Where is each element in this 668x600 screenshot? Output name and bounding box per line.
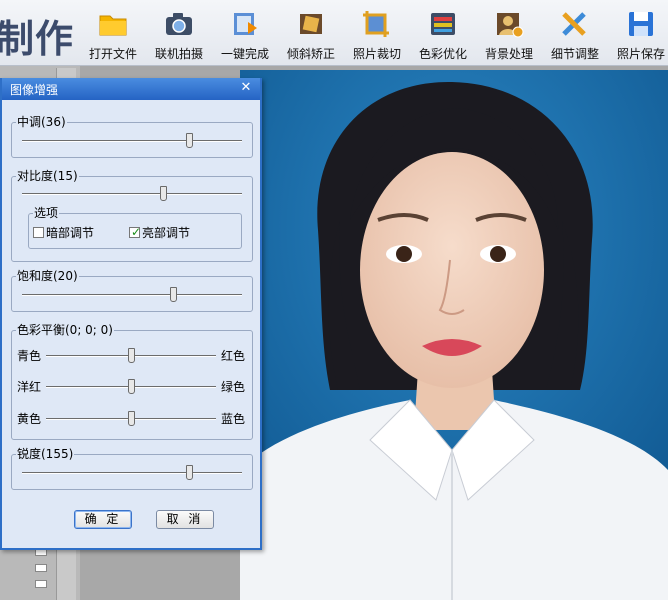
checkbox-box[interactable]: ✓ [129, 225, 142, 239]
cyan-label: 青色 [17, 349, 42, 363]
checkbox-box[interactable] [33, 227, 44, 238]
options-group: 选项 暗部调节 ✓ 亮部调节 [28, 206, 242, 249]
dialog-title-bar[interactable]: 图像增强 ✕ [2, 78, 260, 100]
detail-adjust-label: 细节调整 [550, 47, 599, 61]
dark-adjust-label: 暗部调节 [46, 226, 95, 240]
cancel-button[interactable]: 取 消 [156, 510, 214, 529]
saturation-group: 饱和度(20) [11, 269, 253, 312]
photo-save-button[interactable]: 照片保存 [608, 6, 668, 62]
tilt-correct-icon [296, 10, 326, 38]
color-optimize-icon [428, 10, 458, 38]
cyan-red-slider[interactable] [46, 348, 216, 364]
image-enhance-dialog: 图像增强 ✕ 中调(36) 对比度(15) 选项 暗部调节 ✓ 亮部调节 饱和度… [0, 78, 262, 550]
color-optimize-button[interactable]: 色彩优化 [410, 6, 476, 62]
slider-track [22, 294, 242, 296]
midtone-group: 中调(36) [11, 115, 253, 158]
color-balance-group: 色彩平衡(0; 0; 0) 青色 红色 洋红 绿色 黄色 蓝色 [11, 323, 253, 440]
ruler-marker [35, 564, 47, 572]
app-title: 制作 [0, 17, 75, 61]
photo-save-label: 照片保存 [616, 47, 665, 61]
sharpness-label: 锐度(155) [16, 447, 75, 461]
slider-thumb[interactable] [128, 379, 135, 394]
color-balance-label: 色彩平衡(0; 0; 0) [16, 323, 114, 337]
photo-crop-button[interactable]: 照片裁切 [344, 6, 410, 62]
magenta-label: 洋红 [17, 380, 42, 394]
slider-track [22, 472, 242, 474]
slider-thumb[interactable] [186, 133, 193, 148]
slider-thumb[interactable] [160, 186, 167, 201]
portrait-photo [240, 70, 668, 600]
saturation-label: 饱和度(20) [16, 269, 79, 283]
ruler-marker [35, 580, 47, 588]
sharpness-slider[interactable] [22, 465, 242, 481]
contrast-slider[interactable] [22, 186, 242, 202]
one-click-complete-label: 一键完成 [220, 47, 269, 61]
open-file-button[interactable]: 打开文件 [80, 6, 146, 62]
one-click-complete-button[interactable]: 一键完成 [212, 6, 278, 62]
photo-canvas[interactable] [240, 70, 668, 600]
save-icon [626, 10, 656, 38]
blue-label: 蓝色 [221, 412, 246, 426]
red-label: 红色 [221, 349, 246, 363]
tilt-correct-button[interactable]: 倾斜矫正 [278, 6, 344, 62]
toolbar: 制作 打开文件 联机拍摄 一键完成 倾斜矫正 照片裁切 色彩优化 背景处理 细节… [0, 0, 668, 66]
contrast-group: 对比度(15) 选项 暗部调节 ✓ 亮部调节 [11, 169, 253, 262]
tilt-correct-label: 倾斜矫正 [286, 47, 335, 61]
sharpness-group: 锐度(155) [11, 447, 253, 490]
checkmark-icon: ✓ [131, 225, 142, 239]
color-optimize-label: 色彩优化 [418, 47, 467, 61]
background-process-button[interactable]: 背景处理 [476, 6, 542, 62]
background-icon [494, 10, 524, 38]
bright-adjust-label: 亮部调节 [142, 226, 191, 240]
close-icon[interactable]: ✕ [238, 80, 254, 96]
bright-adjust-checkbox[interactable]: ✓ 亮部调节 [129, 224, 190, 241]
camera-icon [164, 10, 194, 38]
green-label: 绿色 [221, 380, 246, 394]
contrast-label: 对比度(15) [16, 169, 79, 183]
slider-thumb[interactable] [186, 465, 193, 480]
open-file-label: 打开文件 [88, 47, 137, 61]
options-label: 选项 [33, 206, 60, 220]
saturation-slider[interactable] [22, 287, 242, 303]
slider-track [22, 193, 242, 195]
online-capture-label: 联机拍摄 [154, 47, 203, 61]
midtone-label: 中调(36) [16, 115, 67, 129]
midtone-slider[interactable] [22, 133, 242, 149]
dark-adjust-checkbox[interactable]: 暗部调节 [33, 224, 94, 241]
auto-complete-icon [230, 10, 260, 38]
dialog-title: 图像增强 [10, 83, 59, 97]
ok-button[interactable]: 确 定 [74, 510, 132, 529]
background-process-label: 背景处理 [484, 47, 533, 61]
slider-track [22, 140, 242, 142]
detail-adjust-icon [560, 10, 590, 38]
photo-crop-label: 照片裁切 [352, 47, 401, 61]
detail-adjust-button[interactable]: 细节调整 [542, 6, 608, 62]
slider-thumb[interactable] [128, 348, 135, 363]
slider-thumb[interactable] [170, 287, 177, 302]
slider-thumb[interactable] [128, 411, 135, 426]
yellow-label: 黄色 [17, 412, 42, 426]
yellow-blue-slider[interactable] [46, 411, 216, 427]
folder-icon [98, 10, 128, 38]
online-capture-button[interactable]: 联机拍摄 [146, 6, 212, 62]
crop-icon [362, 10, 392, 38]
magenta-green-slider[interactable] [46, 379, 216, 395]
